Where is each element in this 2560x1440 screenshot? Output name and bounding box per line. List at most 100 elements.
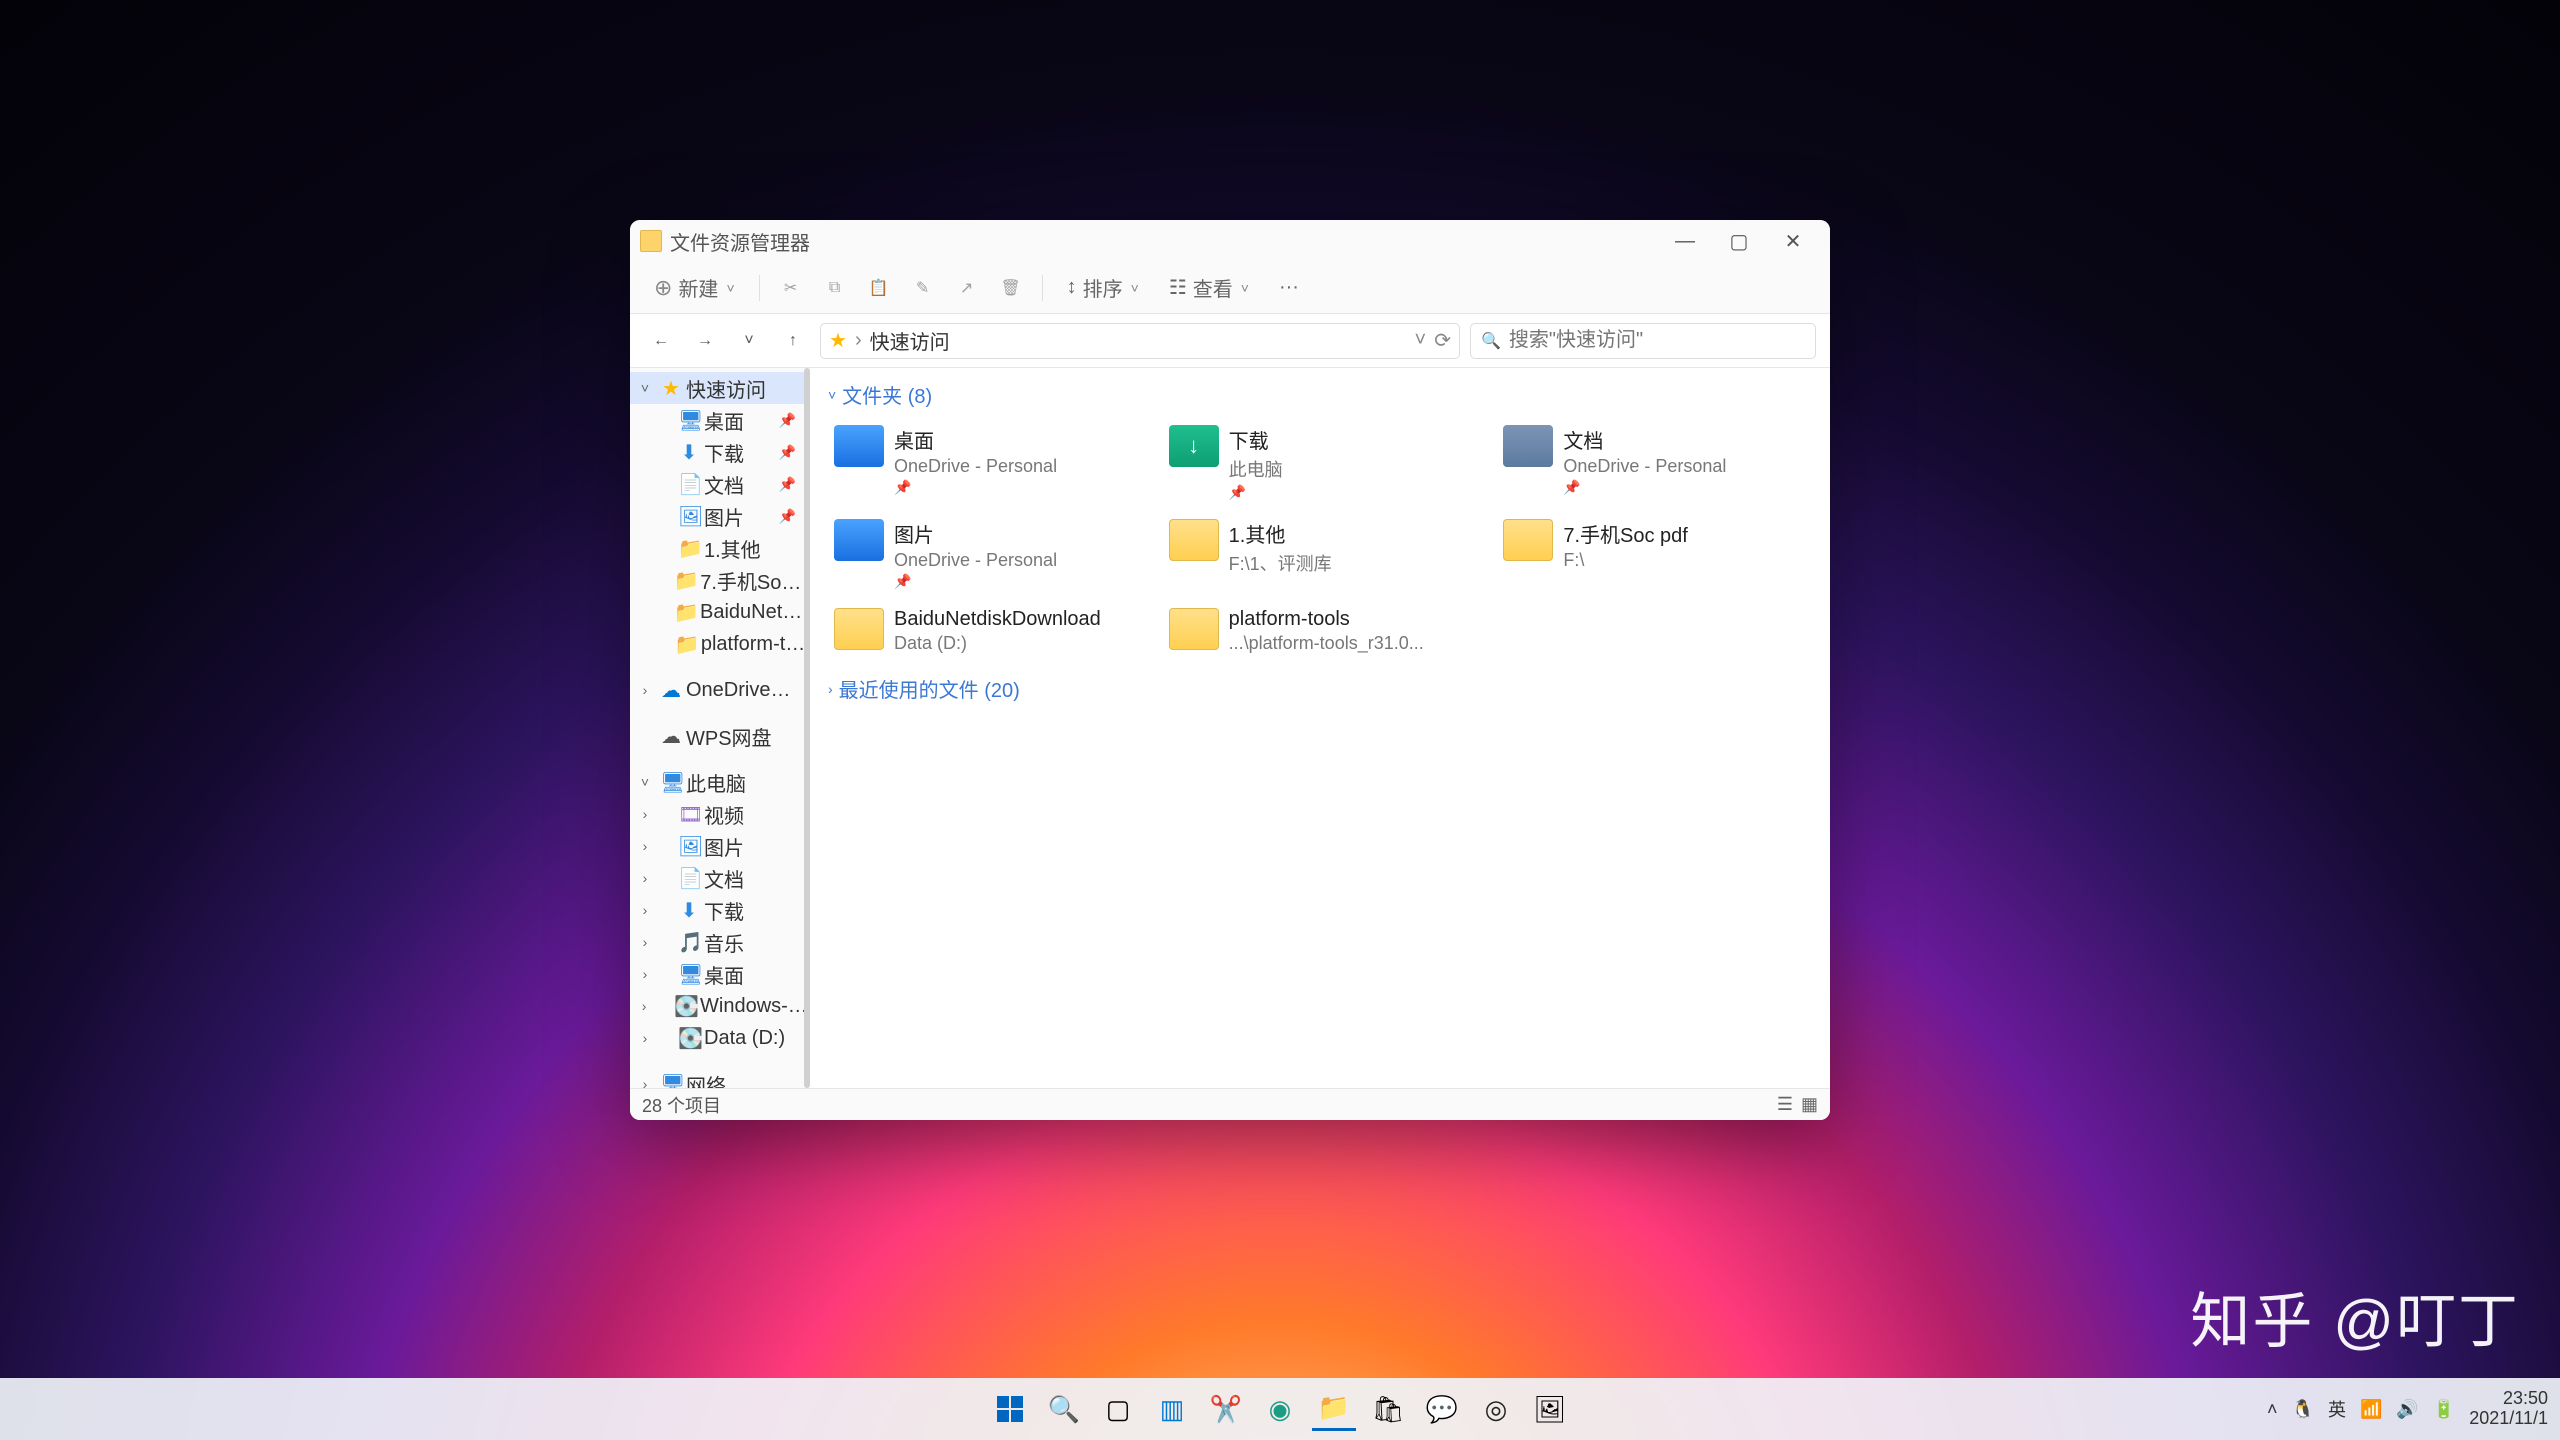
snip-button[interactable]: ✂️ <box>1204 1387 1248 1431</box>
folder-item[interactable]: 1.其他F:\1、评测库 <box>1163 513 1478 596</box>
chat-button[interactable]: 💬 <box>1420 1387 1464 1431</box>
sidebar-item[interactable]: ›🎞视频 <box>630 798 810 830</box>
folder-item[interactable]: 图片OneDrive - Personal📌 <box>828 513 1143 596</box>
more-button[interactable]: ··· <box>1269 270 1309 305</box>
details-view-button[interactable]: ☰ <box>1777 1094 1793 1115</box>
pin-icon: 📌 <box>894 479 1057 496</box>
twisty-icon: › <box>638 998 650 1014</box>
folder-item[interactable]: 桌面OneDrive - Personal📌 <box>828 419 1143 507</box>
folder-location: F:\1、评测库 <box>1229 550 1332 576</box>
folder-name: 文档 <box>1563 425 1726 454</box>
explorer-button[interactable]: 📁 <box>1312 1387 1356 1431</box>
sidebar-item[interactable]: ›💽Windows-SSD ( <box>630 990 810 1022</box>
navigation-pane[interactable]: ˅★快速访问🖥桌面📌⬇下载📌📄文档📌🖼图片📌📁1.其他📁7.手机Soc pdf📁… <box>630 368 810 1088</box>
new-button[interactable]: ⊕ 新建 ˅ <box>644 267 745 308</box>
tiles-view-button[interactable]: ▦ <box>1801 1094 1818 1115</box>
tray-chevron[interactable]: ˄ <box>2267 1399 2278 1420</box>
sort-button[interactable]: ↕ 排序 ˅ <box>1057 267 1149 308</box>
rename-button[interactable]: ✎ <box>906 271 940 305</box>
twisty-icon: ˅ <box>638 380 652 396</box>
cut-button[interactable]: ✂ <box>774 271 808 305</box>
sidebar-item[interactable]: ›🖼图片 <box>630 830 810 862</box>
folder-item[interactable]: 文档OneDrive - Personal📌 <box>1497 419 1812 507</box>
pin-icon: 📌 <box>894 573 1057 590</box>
wifi-icon[interactable]: 📶 <box>2360 1399 2382 1420</box>
folder-item[interactable]: BaiduNetdiskDownloadData (D:) <box>828 602 1143 660</box>
forward-button[interactable]: → <box>688 324 722 358</box>
recent-locations-button[interactable]: ˅ <box>732 324 766 358</box>
share-button[interactable]: ↗ <box>950 271 984 305</box>
folder-location: OneDrive - Personal <box>894 456 1057 477</box>
search-box[interactable]: 🔍 <box>1470 323 1816 359</box>
sidebar-item[interactable]: ☁WPS网盘 <box>630 720 810 752</box>
sidebar-item[interactable]: ˅★快速访问 <box>630 372 810 404</box>
sidebar-item[interactable]: ›⬇下载 <box>630 894 810 926</box>
clock[interactable]: 23:50 2021/11/1 <box>2469 1389 2548 1429</box>
recent-group-header[interactable]: › 最近使用的文件 (20) <box>828 670 1812 707</box>
sidebar-item[interactable]: 📁platform-tools <box>630 628 810 660</box>
edge-button[interactable]: ◉ <box>1258 1387 1302 1431</box>
sidebar-item[interactable]: ›☁OneDrive - Pers <box>630 674 810 706</box>
task-view-button[interactable]: ▢ <box>1096 1387 1140 1431</box>
item-icon: 📁 <box>675 632 697 657</box>
item-label: 网络 <box>686 1070 726 1089</box>
view-label: 查看 <box>1193 273 1233 302</box>
sidebar-item[interactable]: 🖥桌面📌 <box>630 404 810 436</box>
sidebar-item[interactable]: ›🎵音乐 <box>630 926 810 958</box>
view-button[interactable]: ☷ 查看 ˅ <box>1159 267 1259 308</box>
refresh-button[interactable]: ⟳ <box>1434 328 1451 353</box>
photos-button[interactable]: 🖼 <box>1528 1387 1572 1431</box>
item-icon: 📁 <box>674 600 696 625</box>
sidebar-item[interactable]: 📄文档📌 <box>630 468 810 500</box>
system-tray[interactable]: ˄ 🐧 英 📶 🔊 🔋 23:50 2021/11/1 <box>2267 1389 2548 1429</box>
minimize-button[interactable]: — <box>1658 220 1712 262</box>
item-icon: 🎵 <box>678 930 700 955</box>
search-button[interactable]: 🔍 <box>1042 1387 1086 1431</box>
sidebar-item[interactable]: ⬇下载📌 <box>630 436 810 468</box>
tray-app-icon[interactable]: 🐧 <box>2292 1399 2314 1420</box>
sidebar-item[interactable]: 🖼图片📌 <box>630 500 810 532</box>
folder-item[interactable]: 下载此电脑📌 <box>1163 419 1478 507</box>
folder-location: Data (D:) <box>894 633 1101 654</box>
folder-item[interactable]: platform-tools...\platform-tools_r31.0..… <box>1163 602 1478 660</box>
copy-button[interactable]: ⧉ <box>818 271 852 305</box>
breadcrumb[interactable]: 快速访问 <box>870 326 950 355</box>
item-icon: ☁ <box>660 724 682 749</box>
sidebar-item[interactable]: ›💽Data (D:) <box>630 1022 810 1054</box>
volume-icon[interactable]: 🔊 <box>2396 1399 2418 1420</box>
search-input[interactable] <box>1509 329 1805 352</box>
address-bar[interactable]: ★ › 快速访问 ˅ ⟳ <box>820 323 1460 359</box>
folder-name: 下载 <box>1229 425 1283 454</box>
twisty-icon: › <box>638 902 652 918</box>
maximize-button[interactable]: ▢ <box>1712 220 1766 262</box>
steam-button[interactable]: ◎ <box>1474 1387 1518 1431</box>
paste-button[interactable]: 📋 <box>862 271 896 305</box>
sidebar-item[interactable]: ›🖥桌面 <box>630 958 810 990</box>
close-button[interactable]: ✕ <box>1766 220 1820 262</box>
battery-icon[interactable]: 🔋 <box>2433 1399 2455 1420</box>
delete-button[interactable]: 🗑 <box>994 271 1028 305</box>
address-dropdown[interactable]: ˅ <box>1415 329 1427 352</box>
sidebar-item[interactable]: ˅🖥此电脑 <box>630 766 810 798</box>
folder-item[interactable]: 7.手机Soc pdfF:\ <box>1497 513 1812 596</box>
pin-icon: 📌 <box>779 412 796 429</box>
sidebar-item[interactable]: 📁BaiduNetdiskD <box>630 596 810 628</box>
item-label: 此电脑 <box>686 768 746 797</box>
twisty-icon: › <box>638 934 652 950</box>
folders-group-header[interactable]: ˅ 文件夹 (8) <box>828 376 1812 413</box>
sidebar-item[interactable]: ›🖥网络 <box>630 1068 810 1088</box>
start-button[interactable] <box>988 1387 1032 1431</box>
store-button[interactable]: 🛍 <box>1366 1387 1410 1431</box>
up-button[interactable]: ↑ <box>776 324 810 358</box>
item-label: Windows-SSD ( <box>700 995 810 1018</box>
sidebar-item[interactable]: 📁7.手机Soc pdf <box>630 564 810 596</box>
item-label: OneDrive - Pers <box>686 679 796 702</box>
sidebar-item[interactable]: 📁1.其他 <box>630 532 810 564</box>
titlebar[interactable]: 文件资源管理器 — ▢ ✕ <box>630 220 1830 262</box>
widgets-button[interactable]: ▥ <box>1150 1387 1194 1431</box>
back-button[interactable]: ← <box>644 324 678 358</box>
content-pane[interactable]: ˅ 文件夹 (8) 桌面OneDrive - Personal📌下载此电脑📌文档… <box>810 368 1830 1088</box>
ime-indicator[interactable]: 英 <box>2328 1396 2346 1422</box>
sidebar-item[interactable]: ›📄文档 <box>630 862 810 894</box>
item-label: BaiduNetdiskD <box>700 601 810 624</box>
